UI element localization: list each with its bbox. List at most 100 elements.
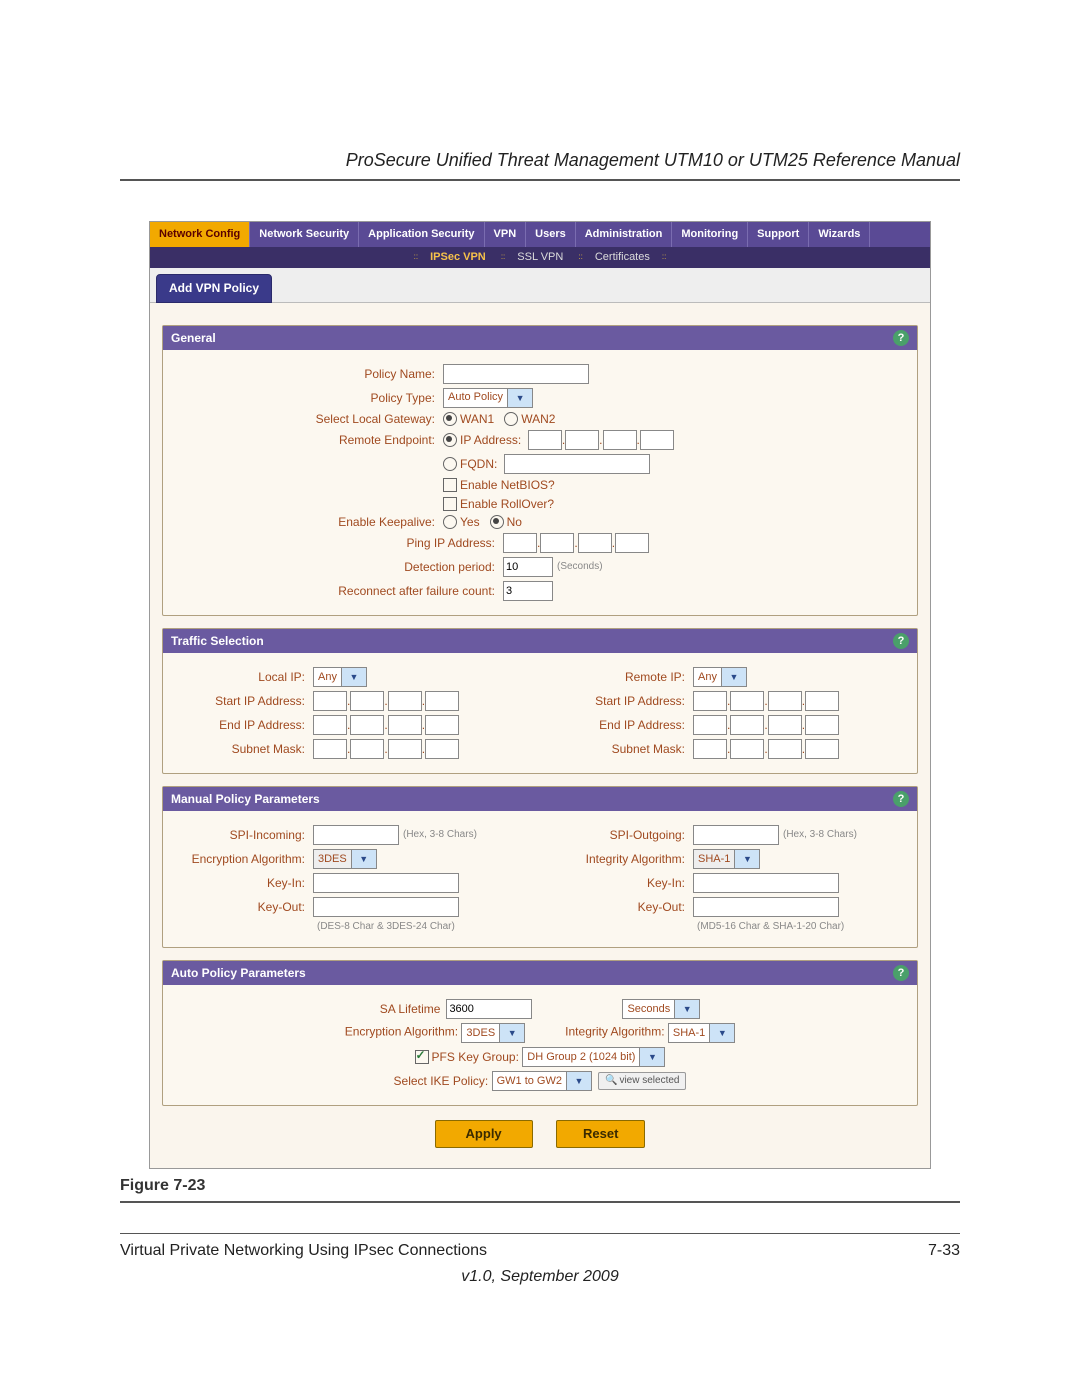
top-nav: Network Config Network Security Applicat… [150,222,930,247]
netbios-label: Enable NetBIOS? [460,478,555,492]
view-selected-button[interactable]: view selected [598,1072,686,1090]
keepalive-no-radio[interactable] [490,515,504,529]
ip4[interactable] [640,430,674,450]
ping4[interactable] [615,533,649,553]
ip1[interactable] [528,430,562,450]
ip-address-radio[interactable] [443,433,457,447]
sa-lifetime-label: SA Lifetime [380,1002,447,1016]
nav-network-security[interactable]: Network Security [250,222,359,247]
r-start4[interactable] [805,691,839,711]
detection-period-label: Detection period: [175,560,503,574]
nav-wizards[interactable]: Wizards [809,222,870,247]
subnav-ipsec[interactable]: IPSec VPN [430,251,486,263]
detection-period-input[interactable] [503,557,553,577]
pfs-select[interactable]: DH Group 2 (1024 bit)▼ [522,1047,665,1067]
policy-name-input[interactable] [443,364,589,384]
remote-start-ip-label: Start IP Address: [555,694,693,708]
spi-in-input[interactable] [313,825,399,845]
l-start1[interactable] [313,691,347,711]
rollover-check[interactable] [443,497,457,511]
l-start2[interactable] [350,691,384,711]
help-icon[interactable]: ? [893,330,909,346]
footer-rule [120,1233,960,1234]
subnav-sslvpn[interactable]: SSL VPN [517,251,563,263]
reconnect-label: Reconnect after failure count: [175,584,503,598]
l-sn3[interactable] [388,739,422,759]
nav-support[interactable]: Support [748,222,809,247]
ike-select[interactable]: GW1 to GW2▼ [492,1071,592,1091]
spi-out-input[interactable] [693,825,779,845]
doc-header-title: ProSecure Unified Threat Management UTM1… [120,150,960,171]
help-icon[interactable]: ? [893,633,909,649]
ping3[interactable] [578,533,612,553]
enc-keyout-input[interactable] [313,897,459,917]
l-end4[interactable] [425,715,459,735]
spi-out-hint: (Hex, 3-8 Chars) [783,829,857,841]
ping1[interactable] [503,533,537,553]
r-start1[interactable] [693,691,727,711]
reconnect-input[interactable] [503,581,553,601]
keyin-label: Key-In: [175,876,313,890]
spi-in-label: SPI-Incoming: [175,828,313,842]
l-sn4[interactable] [425,739,459,759]
manual-enc-alg-select[interactable]: 3DES▼ [313,849,377,869]
r-sn1[interactable] [693,739,727,759]
nav-network-config[interactable]: Network Config [150,222,250,247]
r-end2[interactable] [730,715,764,735]
int-keyout-input[interactable] [693,897,839,917]
ip3[interactable] [603,430,637,450]
auto-enc-label: Encryption Algorithm: [345,1025,458,1039]
local-ip-select[interactable]: Any▼ [313,667,367,687]
l-start3[interactable] [388,691,422,711]
l-sn2[interactable] [350,739,384,759]
l-start4[interactable] [425,691,459,711]
footer-right: 7-33 [928,1242,960,1260]
nav-vpn[interactable]: VPN [485,222,527,247]
spi-out-label: SPI-Outgoing: [555,828,693,842]
l-end2[interactable] [350,715,384,735]
fqdn-radio[interactable] [443,457,457,471]
manual-int-alg-select[interactable]: SHA-1▼ [693,849,760,869]
pfs-check[interactable] [415,1050,429,1064]
nav-monitoring[interactable]: Monitoring [672,222,748,247]
r-end1[interactable] [693,715,727,735]
r-end3[interactable] [768,715,802,735]
int-keyin-input[interactable] [693,873,839,893]
nav-administration[interactable]: Administration [576,222,673,247]
keepalive-label: Enable Keepalive: [175,515,443,529]
policy-type-label: Policy Type: [175,391,443,405]
r-sn3[interactable] [768,739,802,759]
nav-application-security[interactable]: Application Security [359,222,484,247]
remote-ip-select[interactable]: Any▼ [693,667,747,687]
keepalive-yes-radio[interactable] [443,515,457,529]
sa-unit-select[interactable]: Seconds▼ [622,999,700,1019]
int-alg-label: Integrity Algorithm: [555,852,693,866]
ip2[interactable] [565,430,599,450]
help-icon[interactable]: ? [893,791,909,807]
reset-button[interactable]: Reset [556,1120,645,1148]
section-manual-title: Manual Policy Parameters [171,792,320,806]
r-end4[interactable] [805,715,839,735]
l-end3[interactable] [388,715,422,735]
sa-lifetime-input[interactable] [446,999,532,1019]
wan1-radio[interactable] [443,412,457,426]
auto-int-select[interactable]: SHA-1▼ [668,1023,735,1043]
enc-keyin-input[interactable] [313,873,459,893]
r-start2[interactable] [730,691,764,711]
r-start3[interactable] [768,691,802,711]
ping2[interactable] [540,533,574,553]
nav-users[interactable]: Users [526,222,576,247]
apply-button[interactable]: Apply [435,1120,533,1148]
subnav-certs[interactable]: Certificates [595,251,650,263]
wan2-radio[interactable] [504,412,518,426]
fqdn-input[interactable] [504,454,650,474]
netbios-check[interactable] [443,478,457,492]
r-sn4[interactable] [805,739,839,759]
auto-enc-select[interactable]: 3DES▼ [461,1023,525,1043]
router-admin-ui: Network Config Network Security Applicat… [149,221,931,1169]
l-end1[interactable] [313,715,347,735]
help-icon[interactable]: ? [893,965,909,981]
l-sn1[interactable] [313,739,347,759]
policy-type-select[interactable]: Auto Policy▼ [443,388,533,408]
r-sn2[interactable] [730,739,764,759]
